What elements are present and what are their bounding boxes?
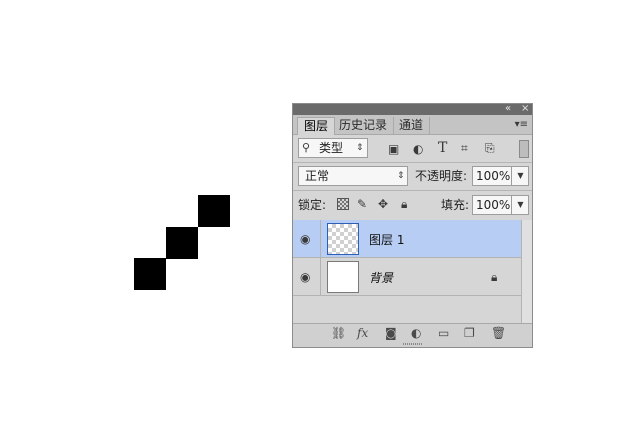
blend-mode-dropdown[interactable]: 正常 ⇕ <box>298 166 408 186</box>
close-icon[interactable]: × <box>521 102 529 115</box>
lock-all-icon[interactable]: 🔒︎ <box>401 197 407 211</box>
canvas-square <box>198 195 230 227</box>
type-filter-icon[interactable]: T <box>438 141 447 155</box>
panel-titlebar[interactable]: « × <box>293 102 532 115</box>
resize-grip[interactable] <box>293 341 532 347</box>
lock-label: 锁定: <box>298 198 327 212</box>
group-folder-icon[interactable]: ▭ <box>438 326 449 340</box>
filter-row: ⚲ 类型 ⇕ ▣ ◐ T ⌗ ⎘ <box>293 135 532 162</box>
visibility-toggle[interactable]: ◉ <box>293 220 321 258</box>
fill-value: 100% <box>476 198 511 212</box>
fill-input[interactable]: 100% ▼ <box>472 195 529 215</box>
layers-panel: « × 图层 历史记录 通道 ▾≡ ⚲ 类型 ⇕ ▣ ◐ T ⌗ ⎘ 正常 ⇕ … <box>292 103 533 348</box>
layer-row-background[interactable]: ◉ 背景 🔒︎ <box>293 258 521 296</box>
shape-filter-icon[interactable]: ⌗ <box>461 141 468 155</box>
new-layer-icon[interactable]: ❐ <box>464 326 475 340</box>
opacity-label: 不透明度: <box>415 169 468 183</box>
panel-tab-bar: 图层 历史记录 通道 ▾≡ <box>293 115 532 135</box>
up-down-arrows-icon: ⇕ <box>356 143 364 153</box>
lock-icon: 🔒︎ <box>491 270 498 284</box>
trash-icon[interactable]: 🗑︎ <box>491 326 506 340</box>
adjustment-filter-icon[interactable]: ◐ <box>413 142 423 156</box>
filter-toggle-switch[interactable] <box>519 140 529 158</box>
blend-mode-value: 正常 <box>305 169 330 183</box>
opacity-value: 100% <box>476 169 511 183</box>
layer-thumbnail[interactable] <box>327 261 359 293</box>
layer-name[interactable]: 图层 1 <box>369 231 404 248</box>
panel-menu-icon[interactable]: ▾≡ <box>515 117 528 133</box>
up-down-arrows-icon: ⇕ <box>397 171 405 181</box>
filter-kind-label: 类型 <box>319 141 344 155</box>
eye-icon[interactable]: ◉ <box>300 232 310 246</box>
layers-scrollbar[interactable] <box>521 220 532 323</box>
canvas-square <box>166 227 198 259</box>
adjustment-layer-icon[interactable]: ◐ <box>411 326 421 340</box>
opacity-input[interactable]: 100% ▼ <box>472 166 529 186</box>
canvas-square <box>134 258 166 290</box>
smart-object-filter-icon[interactable]: ⎘ <box>485 141 495 155</box>
layer-row-layer1[interactable]: ◉ 图层 1 <box>293 220 521 258</box>
tab-channels[interactable]: 通道 <box>393 117 431 135</box>
lock-transparent-pixels-icon[interactable] <box>337 198 349 210</box>
chevron-down-icon[interactable]: ▼ <box>511 196 529 214</box>
lock-row: 锁定: ✎ ✥ 🔒︎ 填充: 100% ▼ <box>293 191 532 219</box>
search-icon: ⚲ <box>302 141 311 154</box>
tab-history[interactable]: 历史记录 <box>333 117 395 135</box>
filter-kind-dropdown[interactable]: ⚲ 类型 ⇕ <box>298 138 368 158</box>
layers-list: ◉ 图层 1 ◉ 背景 🔒︎ <box>293 220 532 323</box>
image-filter-icon[interactable]: ▣ <box>388 142 399 156</box>
lock-image-pixels-icon[interactable]: ✎ <box>357 197 367 211</box>
lock-position-icon[interactable]: ✥ <box>378 197 388 211</box>
eye-icon[interactable]: ◉ <box>300 270 310 284</box>
chevron-down-icon[interactable]: ▼ <box>511 167 529 185</box>
layer-name[interactable]: 背景 <box>369 269 393 286</box>
tab-layers[interactable]: 图层 <box>297 117 336 135</box>
link-icon[interactable]: ⛓ <box>331 326 346 340</box>
layer-thumbnail[interactable] <box>327 223 359 255</box>
blend-row: 正常 ⇕ 不透明度: 100% ▼ <box>293 163 532 190</box>
panel-footer: ⛓ fx ◙ ◐ ▭ ❐ 🗑︎ <box>293 323 532 341</box>
fill-label: 填充: <box>441 198 470 212</box>
mask-icon[interactable]: ◙ <box>385 326 397 340</box>
visibility-toggle[interactable]: ◉ <box>293 258 321 296</box>
fx-icon[interactable]: fx <box>357 326 368 340</box>
double-chevron-left-icon[interactable]: « <box>505 102 511 115</box>
